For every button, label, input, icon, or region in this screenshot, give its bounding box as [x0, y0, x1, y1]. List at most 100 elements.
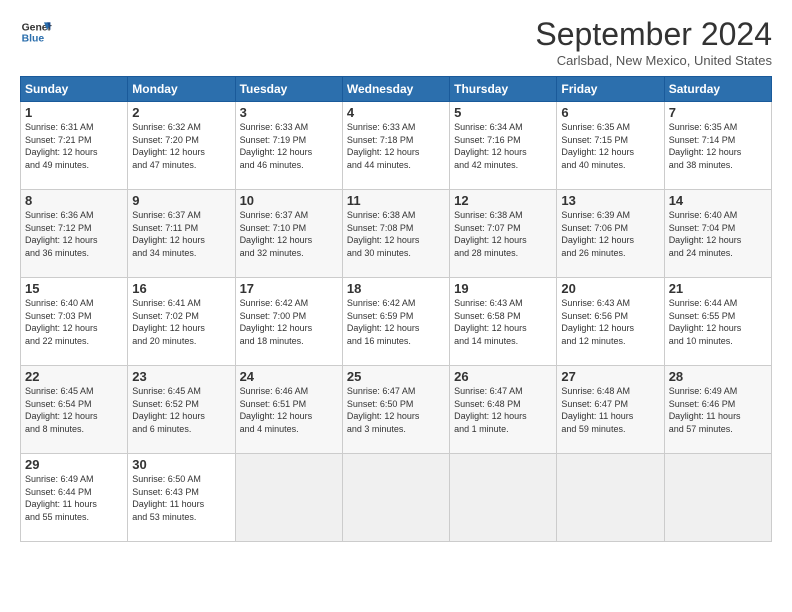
day-number: 29: [25, 457, 123, 472]
calendar-cell: 19Sunrise: 6:43 AM Sunset: 6:58 PM Dayli…: [450, 278, 557, 366]
calendar-cell: 15Sunrise: 6:40 AM Sunset: 7:03 PM Dayli…: [21, 278, 128, 366]
day-info: Sunrise: 6:47 AM Sunset: 6:50 PM Dayligh…: [347, 385, 445, 435]
day-number: 9: [132, 193, 230, 208]
calendar-cell: 17Sunrise: 6:42 AM Sunset: 7:00 PM Dayli…: [235, 278, 342, 366]
calendar-cell: [342, 454, 449, 542]
day-info: Sunrise: 6:49 AM Sunset: 6:44 PM Dayligh…: [25, 473, 123, 523]
day-info: Sunrise: 6:37 AM Sunset: 7:11 PM Dayligh…: [132, 209, 230, 259]
day-info: Sunrise: 6:33 AM Sunset: 7:18 PM Dayligh…: [347, 121, 445, 171]
day-info: Sunrise: 6:36 AM Sunset: 7:12 PM Dayligh…: [25, 209, 123, 259]
calendar-cell: 9Sunrise: 6:37 AM Sunset: 7:11 PM Daylig…: [128, 190, 235, 278]
day-info: Sunrise: 6:38 AM Sunset: 7:07 PM Dayligh…: [454, 209, 552, 259]
calendar-cell: 14Sunrise: 6:40 AM Sunset: 7:04 PM Dayli…: [664, 190, 771, 278]
day-number: 25: [347, 369, 445, 384]
week-row-3: 15Sunrise: 6:40 AM Sunset: 7:03 PM Dayli…: [21, 278, 772, 366]
day-info: Sunrise: 6:40 AM Sunset: 7:03 PM Dayligh…: [25, 297, 123, 347]
day-info: Sunrise: 6:35 AM Sunset: 7:15 PM Dayligh…: [561, 121, 659, 171]
day-info: Sunrise: 6:42 AM Sunset: 7:00 PM Dayligh…: [240, 297, 338, 347]
logo: General Blue: [20, 16, 52, 48]
day-number: 16: [132, 281, 230, 296]
day-number: 2: [132, 105, 230, 120]
weekday-friday: Friday: [557, 77, 664, 102]
day-info: Sunrise: 6:43 AM Sunset: 6:58 PM Dayligh…: [454, 297, 552, 347]
header: General Blue September 2024 Carlsbad, Ne…: [20, 16, 772, 68]
calendar-cell: 8Sunrise: 6:36 AM Sunset: 7:12 PM Daylig…: [21, 190, 128, 278]
calendar-cell: 7Sunrise: 6:35 AM Sunset: 7:14 PM Daylig…: [664, 102, 771, 190]
day-number: 17: [240, 281, 338, 296]
day-number: 11: [347, 193, 445, 208]
week-row-2: 8Sunrise: 6:36 AM Sunset: 7:12 PM Daylig…: [21, 190, 772, 278]
day-number: 12: [454, 193, 552, 208]
calendar-cell: [557, 454, 664, 542]
calendar-cell: 22Sunrise: 6:45 AM Sunset: 6:54 PM Dayli…: [21, 366, 128, 454]
calendar-cell: 5Sunrise: 6:34 AM Sunset: 7:16 PM Daylig…: [450, 102, 557, 190]
day-number: 5: [454, 105, 552, 120]
day-info: Sunrise: 6:47 AM Sunset: 6:48 PM Dayligh…: [454, 385, 552, 435]
day-info: Sunrise: 6:32 AM Sunset: 7:20 PM Dayligh…: [132, 121, 230, 171]
weekday-wednesday: Wednesday: [342, 77, 449, 102]
day-number: 1: [25, 105, 123, 120]
month-title: September 2024: [535, 16, 772, 53]
calendar-cell: 18Sunrise: 6:42 AM Sunset: 6:59 PM Dayli…: [342, 278, 449, 366]
svg-text:Blue: Blue: [22, 34, 45, 45]
calendar-cell: 12Sunrise: 6:38 AM Sunset: 7:07 PM Dayli…: [450, 190, 557, 278]
day-number: 14: [669, 193, 767, 208]
day-number: 4: [347, 105, 445, 120]
week-row-5: 29Sunrise: 6:49 AM Sunset: 6:44 PM Dayli…: [21, 454, 772, 542]
weekday-thursday: Thursday: [450, 77, 557, 102]
calendar-cell: 28Sunrise: 6:49 AM Sunset: 6:46 PM Dayli…: [664, 366, 771, 454]
day-number: 15: [25, 281, 123, 296]
day-info: Sunrise: 6:43 AM Sunset: 6:56 PM Dayligh…: [561, 297, 659, 347]
calendar-cell: 13Sunrise: 6:39 AM Sunset: 7:06 PM Dayli…: [557, 190, 664, 278]
day-info: Sunrise: 6:34 AM Sunset: 7:16 PM Dayligh…: [454, 121, 552, 171]
calendar-cell: 20Sunrise: 6:43 AM Sunset: 6:56 PM Dayli…: [557, 278, 664, 366]
calendar-cell: [664, 454, 771, 542]
day-number: 7: [669, 105, 767, 120]
calendar-cell: 30Sunrise: 6:50 AM Sunset: 6:43 PM Dayli…: [128, 454, 235, 542]
calendar-cell: [450, 454, 557, 542]
calendar: SundayMondayTuesdayWednesdayThursdayFrid…: [20, 76, 772, 542]
location: Carlsbad, New Mexico, United States: [535, 53, 772, 68]
day-info: Sunrise: 6:41 AM Sunset: 7:02 PM Dayligh…: [132, 297, 230, 347]
calendar-cell: 3Sunrise: 6:33 AM Sunset: 7:19 PM Daylig…: [235, 102, 342, 190]
day-number: 30: [132, 457, 230, 472]
day-info: Sunrise: 6:40 AM Sunset: 7:04 PM Dayligh…: [669, 209, 767, 259]
day-number: 22: [25, 369, 123, 384]
day-info: Sunrise: 6:45 AM Sunset: 6:52 PM Dayligh…: [132, 385, 230, 435]
calendar-cell: 2Sunrise: 6:32 AM Sunset: 7:20 PM Daylig…: [128, 102, 235, 190]
calendar-cell: 16Sunrise: 6:41 AM Sunset: 7:02 PM Dayli…: [128, 278, 235, 366]
day-info: Sunrise: 6:33 AM Sunset: 7:19 PM Dayligh…: [240, 121, 338, 171]
day-number: 21: [669, 281, 767, 296]
weekday-header-row: SundayMondayTuesdayWednesdayThursdayFrid…: [21, 77, 772, 102]
day-info: Sunrise: 6:37 AM Sunset: 7:10 PM Dayligh…: [240, 209, 338, 259]
title-block: September 2024 Carlsbad, New Mexico, Uni…: [535, 16, 772, 68]
day-number: 28: [669, 369, 767, 384]
calendar-cell: [235, 454, 342, 542]
day-number: 24: [240, 369, 338, 384]
day-info: Sunrise: 6:48 AM Sunset: 6:47 PM Dayligh…: [561, 385, 659, 435]
day-info: Sunrise: 6:49 AM Sunset: 6:46 PM Dayligh…: [669, 385, 767, 435]
day-info: Sunrise: 6:46 AM Sunset: 6:51 PM Dayligh…: [240, 385, 338, 435]
day-info: Sunrise: 6:45 AM Sunset: 6:54 PM Dayligh…: [25, 385, 123, 435]
day-info: Sunrise: 6:42 AM Sunset: 6:59 PM Dayligh…: [347, 297, 445, 347]
calendar-cell: 27Sunrise: 6:48 AM Sunset: 6:47 PM Dayli…: [557, 366, 664, 454]
calendar-cell: 25Sunrise: 6:47 AM Sunset: 6:50 PM Dayli…: [342, 366, 449, 454]
day-info: Sunrise: 6:50 AM Sunset: 6:43 PM Dayligh…: [132, 473, 230, 523]
weekday-sunday: Sunday: [21, 77, 128, 102]
page: General Blue September 2024 Carlsbad, Ne…: [0, 0, 792, 612]
day-number: 27: [561, 369, 659, 384]
calendar-cell: 26Sunrise: 6:47 AM Sunset: 6:48 PM Dayli…: [450, 366, 557, 454]
calendar-cell: 21Sunrise: 6:44 AM Sunset: 6:55 PM Dayli…: [664, 278, 771, 366]
calendar-cell: 6Sunrise: 6:35 AM Sunset: 7:15 PM Daylig…: [557, 102, 664, 190]
day-info: Sunrise: 6:38 AM Sunset: 7:08 PM Dayligh…: [347, 209, 445, 259]
calendar-cell: 29Sunrise: 6:49 AM Sunset: 6:44 PM Dayli…: [21, 454, 128, 542]
day-number: 26: [454, 369, 552, 384]
calendar-cell: 10Sunrise: 6:37 AM Sunset: 7:10 PM Dayli…: [235, 190, 342, 278]
calendar-cell: 24Sunrise: 6:46 AM Sunset: 6:51 PM Dayli…: [235, 366, 342, 454]
day-number: 18: [347, 281, 445, 296]
day-info: Sunrise: 6:31 AM Sunset: 7:21 PM Dayligh…: [25, 121, 123, 171]
day-number: 20: [561, 281, 659, 296]
day-info: Sunrise: 6:44 AM Sunset: 6:55 PM Dayligh…: [669, 297, 767, 347]
day-number: 13: [561, 193, 659, 208]
calendar-cell: 1Sunrise: 6:31 AM Sunset: 7:21 PM Daylig…: [21, 102, 128, 190]
